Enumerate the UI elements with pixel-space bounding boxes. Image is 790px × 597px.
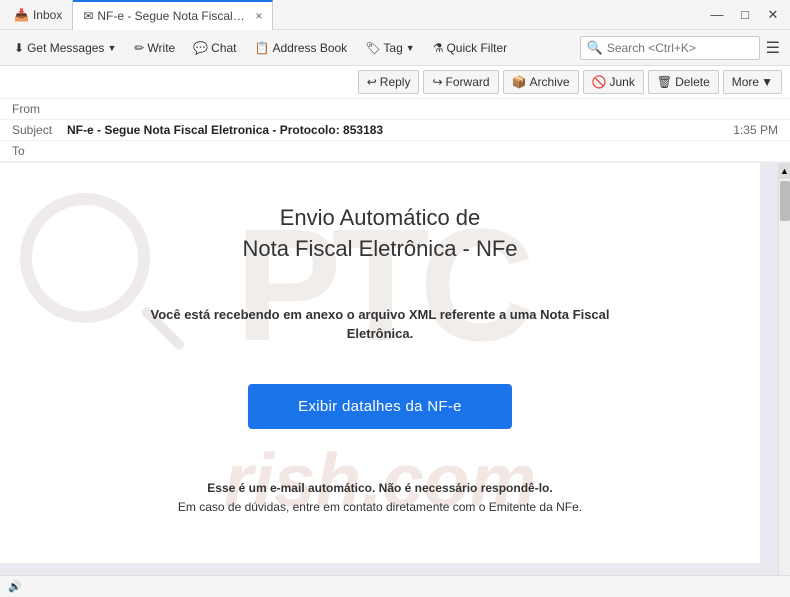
footer-line2: Em caso de dúvidas, entre em contato dir… — [178, 498, 582, 517]
chat-button[interactable]: 💬 Chat — [185, 37, 244, 59]
email-footer: Esse é um e-mail automático. Não é neces… — [178, 479, 582, 517]
maximize-button[interactable]: □ — [732, 2, 758, 28]
main-area: ↩ Reply ↪ Forward 📦 Archive 🚫 Junk 🗑 Del… — [0, 66, 790, 597]
scroll-up-button[interactable]: ▲ — [779, 163, 790, 179]
inbox-tab-label: Inbox — [33, 8, 62, 22]
reply-button[interactable]: ↩ Reply — [358, 70, 420, 94]
forward-button[interactable]: ↪ Forward — [423, 70, 498, 94]
status-bar: 🔊 — [0, 575, 790, 597]
from-row: From — [0, 99, 790, 120]
search-icon: 🔍 — [587, 40, 603, 56]
get-messages-button[interactable]: ⬇ Get Messages ▼ — [6, 37, 124, 59]
more-button[interactable]: More ▼ — [723, 70, 782, 94]
email-content: PTC rish.com Envio Automático de Nota Fi… — [0, 163, 760, 563]
write-button[interactable]: ✏ Write — [126, 37, 183, 59]
subject-value: NF-e - Segue Nota Fiscal Eletronica - Pr… — [67, 123, 733, 137]
inbox-tab[interactable]: 📥 Inbox — [4, 0, 73, 30]
address-book-icon: 📋 — [255, 41, 270, 55]
minimize-button[interactable]: — — [704, 2, 730, 28]
tag-button[interactable]: 🏷 Tag ▼ — [357, 37, 423, 59]
email-main-content: Envio Automático de Nota Fiscal Eletrôni… — [0, 163, 760, 547]
reply-icon: ↩ — [367, 75, 377, 89]
email-timestamp: 1:35 PM — [733, 123, 778, 137]
footer-line1: Esse é um e-mail automático. Não é neces… — [178, 479, 582, 498]
junk-button[interactable]: 🚫 Junk — [583, 70, 644, 94]
archive-icon: 📦 — [512, 75, 527, 89]
write-icon: ✏ — [134, 41, 144, 55]
email-tab[interactable]: ✉ NF-e - Segue Nota Fiscal El... × — [73, 0, 273, 30]
scrollbar-area: PTC rish.com Envio Automático de Nota Fi… — [0, 163, 790, 575]
subject-label: Subject — [12, 123, 67, 137]
delete-button[interactable]: 🗑 Delete — [648, 70, 719, 94]
email-body: PTC rish.com Envio Automático de Nota Fi… — [0, 163, 778, 575]
from-label: From — [12, 102, 67, 116]
to-label: To — [12, 144, 67, 158]
chat-icon: 💬 — [193, 41, 208, 55]
scroll-thumb[interactable] — [780, 181, 790, 221]
junk-icon: 🚫 — [592, 75, 607, 89]
get-messages-icon: ⬇ — [14, 41, 24, 55]
subject-row: Subject NF-e - Segue Nota Fiscal Eletron… — [0, 120, 790, 141]
forward-icon: ↪ — [432, 75, 442, 89]
close-tab-button[interactable]: × — [255, 9, 262, 23]
status-icon: 🔊 — [8, 580, 22, 593]
action-bar: ↩ Reply ↪ Forward 📦 Archive 🚫 Junk 🗑 Del… — [0, 66, 790, 99]
filter-icon: ⚗ — [433, 41, 444, 55]
inbox-icon: 📥 — [14, 8, 29, 22]
quick-filter-button[interactable]: ⚗ Quick Filter — [425, 37, 515, 59]
title-bar: 📥 Inbox ✉ NF-e - Segue Nota Fiscal El...… — [0, 0, 790, 30]
toolbar: ⬇ Get Messages ▼ ✏ Write 💬 Chat 📋 Addres… — [0, 30, 790, 66]
email-title: Envio Automático de Nota Fiscal Eletrôni… — [242, 203, 517, 265]
get-messages-arrow: ▼ — [107, 43, 116, 53]
window-controls: — □ ✕ — [704, 2, 786, 28]
tag-arrow: ▼ — [406, 43, 415, 53]
delete-icon: 🗑 — [657, 75, 672, 89]
archive-button[interactable]: 📦 Archive — [503, 70, 579, 94]
more-arrow-icon: ▼ — [761, 75, 773, 89]
cta-button[interactable]: Exibir datalhes da NF-e — [248, 384, 512, 429]
close-button[interactable]: ✕ — [760, 2, 786, 28]
vertical-scrollbar[interactable]: ▲ — [778, 163, 790, 575]
email-tab-label: NF-e - Segue Nota Fiscal El... — [97, 9, 247, 23]
email-header: ↩ Reply ↪ Forward 📦 Archive 🚫 Junk 🗑 Del… — [0, 66, 790, 163]
tag-icon: 🏷 — [365, 41, 380, 55]
to-row: To — [0, 141, 790, 162]
email-body-text: Você está recebendo em anexo o arquivo X… — [130, 305, 630, 344]
hamburger-button[interactable]: ☰ — [762, 34, 784, 62]
search-input[interactable] — [607, 41, 747, 55]
search-box[interactable]: 🔍 — [580, 36, 760, 60]
email-tab-icon: ✉ — [83, 9, 93, 23]
address-book-button[interactable]: 📋 Address Book — [247, 37, 356, 59]
